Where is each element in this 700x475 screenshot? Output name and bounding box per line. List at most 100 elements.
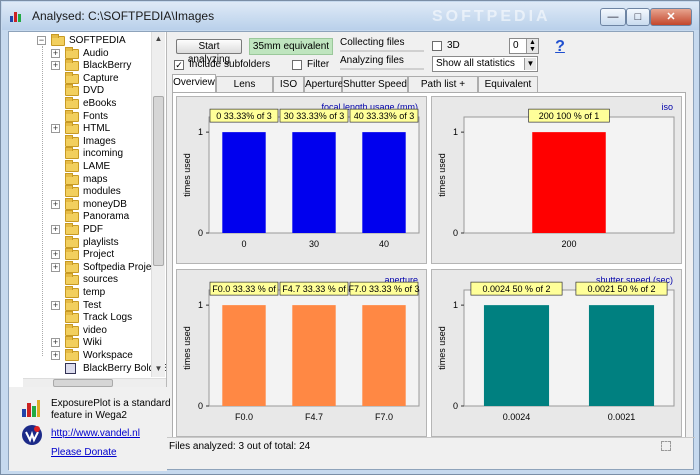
y-tick-label: 1: [198, 300, 203, 310]
collecting-files-label: Collecting files: [340, 37, 405, 48]
tab-lens-length[interactable]: Lens Length: [216, 76, 273, 106]
chart-svg: shutter speed (sec)times used010.00240.0…: [437, 275, 675, 422]
collapse-icon[interactable]: −: [37, 36, 46, 45]
fullscreen-icon[interactable]: [661, 441, 671, 451]
expand-icon[interactable]: +: [51, 300, 60, 310]
tree-item[interactable]: sources: [9, 273, 151, 286]
x-tick-label: 200: [561, 239, 576, 249]
x-tick-label: 40: [379, 239, 389, 249]
tree-item[interactable]: + Workspace: [9, 349, 151, 362]
y-tick-label: 1: [453, 300, 458, 310]
tree-item[interactable]: video: [9, 323, 151, 337]
minimize-button[interactable]: —: [600, 8, 626, 26]
3d-checkbox[interactable]: [432, 41, 442, 51]
help-button[interactable]: ?: [549, 38, 571, 58]
tab-overview[interactable]: Overview: [172, 74, 216, 92]
tree-item[interactable]: + Project: [9, 248, 151, 261]
statistics-select[interactable]: Show all statistics ▼: [432, 56, 538, 72]
start-analyzing-button[interactable]: Start analyzing: [176, 39, 242, 65]
chevron-down-icon[interactable]: ▼: [524, 58, 536, 70]
filter-label: Filter: [307, 59, 330, 70]
folder-tree[interactable]: − SOFTPEDIA + Audio + BlackBerry Capture DVD eBo…: [9, 32, 167, 387]
tree-item[interactable]: maps: [9, 172, 151, 186]
tree-horizontal-scrollbar[interactable]: [23, 378, 166, 387]
analyzing-files-label: Analyzing files: [340, 55, 404, 66]
tree-item[interactable]: playlists: [9, 235, 151, 249]
tree-item[interactable]: Panorama: [9, 210, 151, 223]
tree-item[interactable]: Images: [9, 134, 151, 148]
tree-item-label: playlists: [83, 236, 119, 248]
folder-icon: [65, 298, 79, 311]
equivalent-35mm-label[interactable]: 35mm equivalent: [249, 38, 333, 55]
filter-checkbox[interactable]: [292, 60, 302, 70]
folder-icon: [65, 46, 79, 59]
tab-iso[interactable]: ISO: [273, 76, 304, 92]
y-tick-label: 0: [453, 401, 458, 411]
tree-item[interactable]: Capture: [9, 71, 151, 85]
y-tick-label: 1: [198, 127, 203, 137]
website-link[interactable]: http://www.vandel.nl: [51, 428, 140, 439]
expand-icon[interactable]: +: [51, 250, 60, 260]
expand-icon[interactable]: +: [51, 199, 60, 209]
y-tick-label: 0: [453, 228, 458, 238]
title-bar[interactable]: Analysed: C:\SOFTPEDIA\Images SOFTPEDIA …: [2, 2, 699, 30]
data-label: 30 33.33% of 3: [284, 111, 345, 121]
tree-item[interactable]: + Softpedia Project: [9, 260, 159, 274]
tree-item[interactable]: temp: [9, 286, 151, 299]
folder-icon: [65, 210, 79, 223]
expand-icon[interactable]: +: [51, 61, 60, 71]
tree-item[interactable]: DVD: [9, 84, 151, 97]
maximize-button[interactable]: □: [626, 8, 650, 26]
tree-item[interactable]: + moneyDB: [9, 197, 151, 211]
tree-item[interactable]: + PDF: [9, 223, 151, 236]
include-subfolders-checkbox[interactable]: ✓: [174, 60, 184, 70]
tree-item[interactable]: + Audio: [9, 46, 151, 60]
bar: [362, 132, 406, 233]
tree-item[interactable]: + HTML: [9, 122, 151, 135]
tree-item[interactable]: + BlackBerry: [9, 59, 151, 72]
chart-title: iso: [661, 102, 673, 112]
tree-item-label: Test: [83, 299, 102, 311]
expand-icon[interactable]: +: [51, 262, 60, 272]
tree-item[interactable]: LAME: [9, 160, 151, 173]
bar: [292, 305, 336, 406]
expand-icon[interactable]: +: [51, 48, 60, 58]
expand-icon[interactable]: +: [51, 338, 60, 348]
expand-icon[interactable]: +: [51, 225, 60, 234]
tree-item[interactable]: BlackBerry Bold 9S: [9, 362, 166, 375]
expand-icon[interactable]: +: [51, 351, 60, 360]
tree-item[interactable]: + Test: [9, 298, 151, 312]
tab-path-list-image[interactable]: Path list + Image: [408, 76, 478, 106]
bar: [588, 305, 655, 406]
y-tick-label: 0: [198, 401, 203, 411]
overview-panel: focal length usage (mm) times used 0 1 0 0 33…: [172, 92, 686, 438]
x-tick-label: 0.0021: [608, 412, 636, 422]
y-axis-label: times used: [182, 153, 192, 197]
tree-item[interactable]: Track Logs: [9, 311, 151, 324]
tree-item-label: Fonts: [83, 110, 109, 122]
tab-equivalent-list[interactable]: Equivalent list: [478, 76, 538, 106]
tree-item[interactable]: Fonts: [9, 109, 151, 123]
tree-item-label: Panorama: [83, 211, 130, 223]
y-axis-label: times used: [182, 326, 192, 370]
spinner-arrows-icon[interactable]: ▲ ▼: [526, 39, 538, 53]
tree-item[interactable]: modules: [9, 185, 151, 198]
tree-item[interactable]: incoming: [9, 147, 151, 160]
y-tick-label: 1: [453, 127, 458, 137]
tab-shutter-speed[interactable]: Shutter Speed: [342, 76, 408, 92]
donate-link[interactable]: Please Donate: [51, 447, 117, 458]
scroll-up-icon[interactable]: ▲: [152, 32, 165, 45]
tab-aperture[interactable]: Aperture: [304, 76, 343, 92]
tree-item-label: Workspace: [83, 350, 133, 361]
tree-item-label: Softpedia Project: [83, 261, 160, 273]
scroll-down-icon[interactable]: ▼: [152, 362, 165, 375]
tree-vertical-scrollbar[interactable]: ▲ ▼: [151, 32, 165, 377]
tree-item[interactable]: + Wiki: [9, 336, 151, 349]
tree-root-label: SOFTPEDIA: [69, 35, 126, 46]
close-button[interactable]: ✕: [650, 8, 692, 26]
tree-hscroll-thumb[interactable]: [53, 379, 113, 387]
expand-icon[interactable]: +: [51, 124, 60, 134]
tree-scroll-thumb[interactable]: [153, 96, 164, 266]
tree-item-label: eBooks: [83, 98, 117, 109]
tree-item[interactable]: eBooks: [9, 97, 151, 110]
